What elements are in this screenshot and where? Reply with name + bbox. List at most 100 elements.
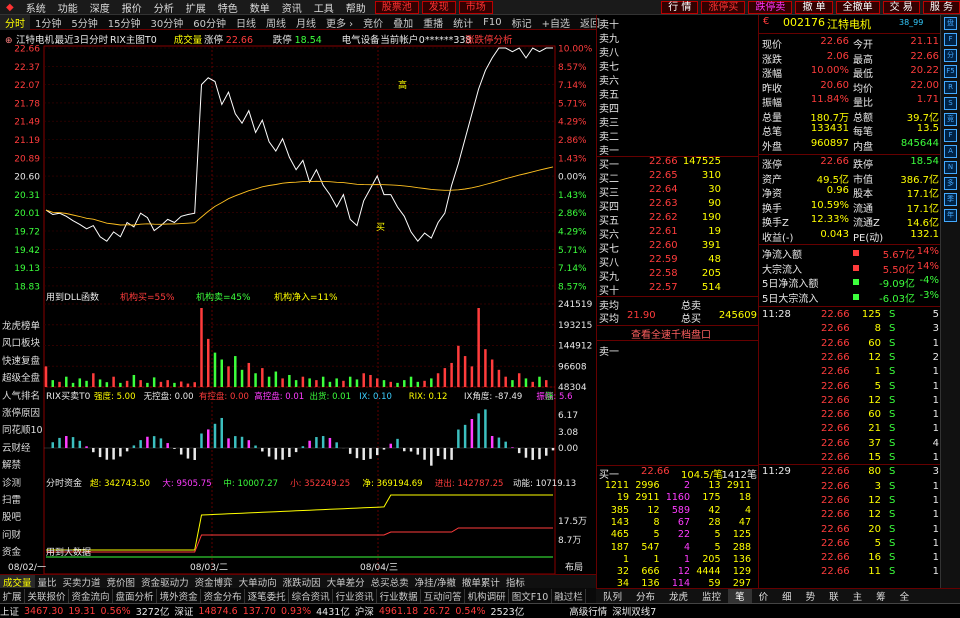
menu-item[interactable]: 系统 — [20, 0, 52, 15]
menu-highlight[interactable]: 股票池 — [374, 0, 419, 14]
sell-level[interactable]: 卖七 — [597, 58, 759, 73]
indicator-tab[interactable]: 大单动向 — [236, 575, 280, 589]
menu-item[interactable]: 扩展 — [180, 0, 212, 15]
buy-level[interactable]: 买四 22.63 90 — [597, 198, 759, 213]
right-toolbar-item[interactable]: R — [941, 79, 960, 95]
right-toolbar-item[interactable]: 季 — [941, 191, 960, 207]
period-tab[interactable]: 15分钟 — [103, 15, 146, 30]
trade-button[interactable]: 撤 单 — [795, 0, 833, 14]
period-tab[interactable]: 更多 › — [321, 15, 358, 30]
left-nav-item[interactable]: 云财经 — [0, 440, 44, 457]
buy-level[interactable]: 买十 22.57 514 — [597, 282, 759, 297]
indicator-tab[interactable]: 成交量 — [0, 574, 35, 589]
menu-item[interactable]: 特色 — [212, 0, 244, 15]
quote-tab[interactable]: 分布 — [629, 589, 662, 603]
trade-button[interactable]: 跌停卖 — [748, 0, 793, 14]
left-nav-item[interactable]: 资金 — [0, 544, 44, 561]
left-nav-item[interactable]: 问财 — [0, 527, 44, 544]
menu-item[interactable]: 工具 — [308, 0, 340, 15]
sell-level[interactable]: 卖八 — [597, 44, 759, 59]
quote-tab[interactable]: 全 — [893, 589, 917, 603]
info-tab[interactable]: 逐笔委托 — [245, 588, 290, 603]
quote-tab[interactable]: 龙虎 — [662, 589, 695, 603]
trade-button[interactable]: 涨停买 — [701, 0, 746, 14]
left-nav-item[interactable]: 龙虎榜单 — [0, 318, 44, 335]
settings-icon[interactable]: ⊕ — [5, 36, 13, 46]
info-tab[interactable]: 资金分布 — [201, 588, 246, 603]
period-tab[interactable]: +自选 — [537, 15, 575, 30]
indicator-tab[interactable]: 涨跌动因 — [280, 575, 324, 589]
quote-tab[interactable]: 监控 — [695, 589, 728, 603]
menu-item[interactable]: 报价 — [116, 0, 148, 15]
quote-tab[interactable]: 筹 — [869, 589, 893, 603]
left-nav-item[interactable]: 同花顺10 — [0, 422, 44, 439]
sell-level[interactable]: 卖四 — [597, 100, 759, 115]
indicator-tab[interactable]: 净挂/净撤 — [412, 575, 459, 589]
indicator-tab[interactable]: 资金博弈 — [192, 575, 236, 589]
indicator-tab[interactable]: 大单差分 — [324, 575, 368, 589]
quote-tab[interactable]: 主 — [846, 589, 870, 603]
left-nav-item[interactable]: 超级全盘 — [0, 370, 44, 387]
price-line[interactable] — [45, 47, 553, 243]
indicator-tab[interactable]: 撤单累计 — [459, 575, 503, 589]
period-tab[interactable]: 月线 — [291, 15, 321, 30]
right-toolbar-item[interactable]: 年 — [941, 207, 960, 223]
left-nav-item[interactable]: 风口板块 — [0, 335, 44, 352]
trade-button[interactable]: 全撤单 — [835, 0, 880, 14]
left-nav-item[interactable]: 人气排名 — [0, 388, 44, 405]
buy-level[interactable]: 买九 22.58 205 — [597, 268, 759, 283]
right-toolbar-item[interactable]: S — [941, 95, 960, 111]
info-tab[interactable]: 资金流向 — [69, 588, 114, 603]
right-toolbar-item[interactable]: F — [941, 127, 960, 143]
right-toolbar-item[interactable]: 盘 — [941, 15, 960, 31]
indicator-tab[interactable]: 总买总卖 — [368, 575, 412, 589]
info-tab[interactable]: 关联报价 — [25, 588, 70, 603]
info-tab[interactable]: 综合资讯 — [289, 588, 334, 603]
quote-tab[interactable]: 队列 — [596, 589, 629, 603]
menu-highlight[interactable]: 市场 — [458, 0, 493, 14]
indicator-tab[interactable]: 竞价图 — [104, 575, 139, 589]
menu-item[interactable]: 功能 — [52, 0, 84, 15]
buy-level[interactable]: 买六 22.61 19 — [597, 226, 759, 241]
sell-level[interactable]: 卖二 — [597, 128, 759, 143]
quote-tab[interactable]: 细 — [775, 589, 799, 603]
left-nav-item[interactable]: 涨停原因 — [0, 405, 44, 422]
right-toolbar-item[interactable]: 竞 — [941, 111, 960, 127]
quote-tab[interactable]: 笔 — [728, 589, 752, 603]
zdt-analysis-link[interactable]: 涨跌停分析 — [465, 34, 513, 46]
intraday-chart[interactable]: ⊕ 江特电机 最近3日分时 RIX主图T0 成交量 涨停 22.66 跌停 18.54 电气设备当… — [0, 30, 596, 574]
info-tab[interactable]: 行业数据 — [377, 588, 422, 603]
buy-level[interactable]: 买三 22.64 30 — [597, 184, 759, 199]
right-toolbar-item[interactable]: N — [941, 159, 960, 175]
info-tab[interactable]: 扩展 — [0, 588, 26, 603]
sell-level[interactable]: 卖一 — [597, 142, 759, 157]
menu-item[interactable]: 分析 — [148, 0, 180, 15]
trade-button[interactable]: 行 情 — [661, 0, 699, 14]
trade-button[interactable]: 服 务 — [922, 0, 960, 14]
period-tab[interactable]: 竞价 — [358, 15, 388, 30]
indicator-tab[interactable]: 资金驱动力 — [138, 575, 192, 589]
right-toolbar-item[interactable]: F — [941, 31, 960, 47]
menu-item[interactable]: 数单 — [244, 0, 276, 15]
sell-level[interactable]: 卖十 — [597, 16, 759, 31]
buy-level[interactable]: 买一 22.66 147525 — [597, 156, 759, 171]
quote-tab[interactable]: 势 — [799, 589, 823, 603]
period-tab[interactable]: 1分钟 — [30, 15, 66, 30]
left-nav-item[interactable]: 股吧 — [0, 509, 44, 526]
menu-highlight[interactable]: 发现 — [421, 0, 456, 14]
info-tab[interactable]: 盘面分析 — [113, 588, 158, 603]
right-toolbar-item[interactable]: 分 — [941, 47, 960, 63]
indicator-tab[interactable]: 指标 — [503, 575, 528, 589]
sell-level[interactable]: 卖六 — [597, 72, 759, 87]
app-logo-icon[interactable]: ◆ — [0, 2, 20, 13]
period-tab[interactable]: F10 — [478, 17, 506, 28]
menu-item[interactable]: 帮助 — [340, 0, 372, 15]
period-tab[interactable]: 日线 — [231, 15, 261, 30]
buy-level[interactable]: 买七 22.60 391 — [597, 240, 759, 255]
menu-item[interactable]: 深度 — [84, 0, 116, 15]
buy-level[interactable]: 买八 22.59 48 — [597, 254, 759, 269]
period-tab[interactable]: 标记 — [507, 15, 537, 30]
left-nav-item[interactable]: 快速复盘 — [0, 353, 44, 370]
info-tab[interactable]: 行业资讯 — [333, 588, 378, 603]
buy-level[interactable]: 买五 22.62 190 — [597, 212, 759, 227]
